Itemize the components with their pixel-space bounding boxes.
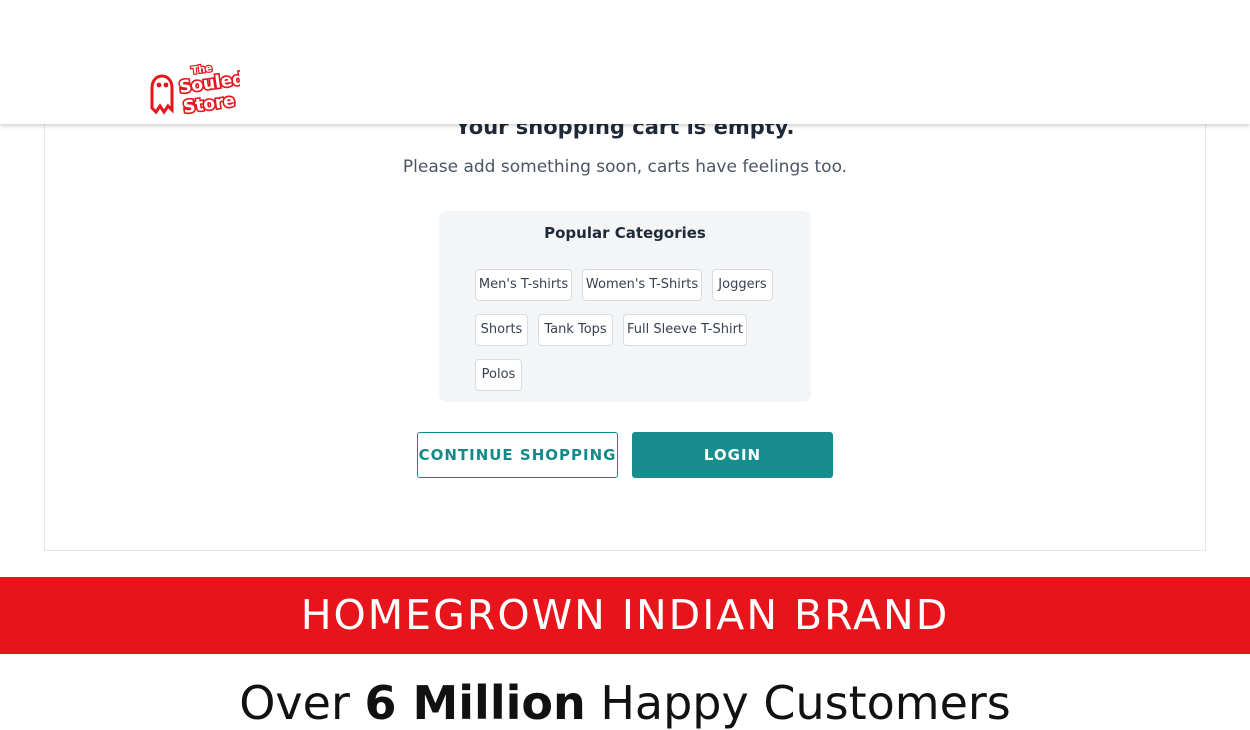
login-button[interactable]: LOGIN <box>632 432 833 478</box>
souled-store-logo[interactable]: The Souled Store <box>148 58 240 120</box>
stat-highlight: 6 Million <box>364 676 586 730</box>
empty-cart-subtitle: Please add something soon, carts have fe… <box>402 157 848 177</box>
category-chip-mens-tshirts[interactable]: Men's T-shirts <box>475 269 572 301</box>
popular-categories-panel: Popular Categories Men's T-shirts Women'… <box>439 211 811 402</box>
category-chip-shorts[interactable]: Shorts <box>475 314 528 346</box>
popular-categories-title: Popular Categories <box>544 224 706 242</box>
customer-stat: Over 6 Million Happy Customers <box>0 676 1250 730</box>
category-chip-full-sleeve[interactable]: Full Sleeve T-Shirt <box>623 314 747 346</box>
site-header: The Souled Store <box>0 0 1250 124</box>
category-chip-joggers[interactable]: Joggers <box>712 269 773 301</box>
continue-shopping-button[interactable]: CONTINUE SHOPPING <box>417 432 618 478</box>
stat-suffix: Happy Customers <box>585 676 1011 730</box>
category-chip-polos[interactable]: Polos <box>475 359 522 391</box>
homegrown-banner: HOMEGROWN INDIAN BRAND <box>0 577 1250 654</box>
stat-prefix: Over <box>239 676 365 730</box>
category-chip-womens-tshirts[interactable]: Women's T-Shirts <box>582 269 702 301</box>
category-chip-tank-tops[interactable]: Tank Tops <box>538 314 613 346</box>
